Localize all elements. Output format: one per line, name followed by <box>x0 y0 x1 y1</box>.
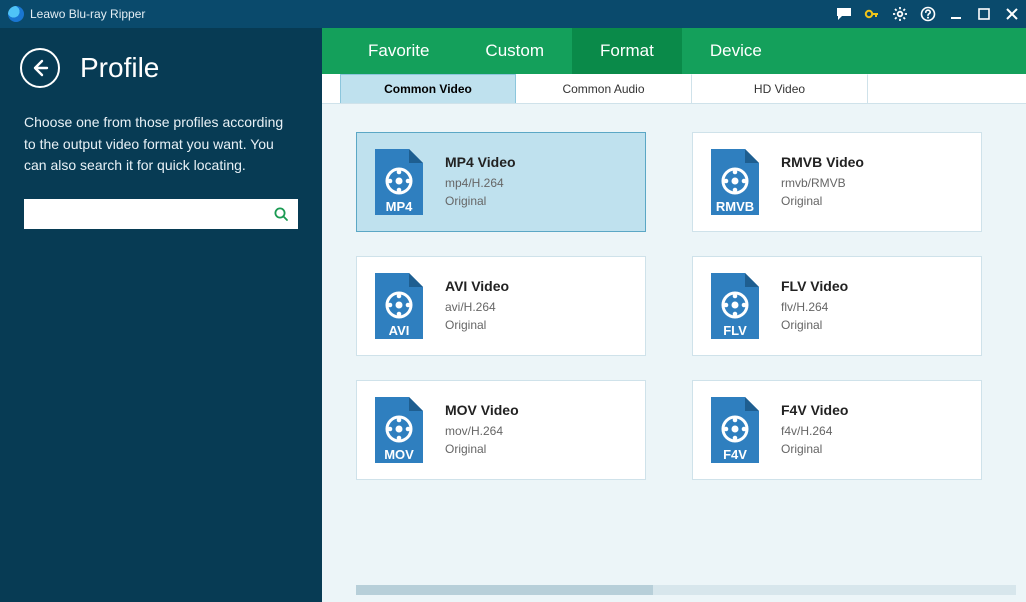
format-card-mov[interactable]: MOV MOV Video mov/H.264 Original <box>356 380 646 480</box>
format-quality: Original <box>445 440 519 458</box>
format-encoding: mov/H.264 <box>445 422 519 440</box>
key-icon[interactable] <box>858 0 886 28</box>
svg-text:MOV: MOV <box>384 447 414 462</box>
format-card-mp4[interactable]: MP4 MP4 Video mp4/H.264 Original <box>356 132 646 232</box>
back-button[interactable] <box>20 48 60 88</box>
format-encoding: mp4/H.264 <box>445 174 516 192</box>
format-encoding: rmvb/RMVB <box>781 174 864 192</box>
svg-text:F4V: F4V <box>723 447 747 462</box>
format-quality: Original <box>781 440 848 458</box>
svg-text:RMVB: RMVB <box>716 199 754 214</box>
file-type-icon: MOV <box>371 395 427 465</box>
format-name: F4V Video <box>781 402 848 418</box>
subtab-common-video[interactable]: Common Video <box>340 74 516 103</box>
app-logo-icon <box>8 6 24 22</box>
format-card-avi[interactable]: AVI AVI Video avi/H.264 Original <box>356 256 646 356</box>
format-card-flv[interactable]: FLV FLV Video flv/H.264 Original <box>692 256 982 356</box>
category-tabs: Favorite Custom Format Device <box>322 28 1026 74</box>
format-encoding: f4v/H.264 <box>781 422 848 440</box>
page-title: Profile <box>80 52 159 84</box>
subtab-hd-video[interactable]: HD Video <box>692 74 868 103</box>
format-quality: Original <box>781 192 864 210</box>
file-type-icon: MP4 <box>371 147 427 217</box>
titlebar: Leawo Blu-ray Ripper <box>0 0 1026 28</box>
close-button[interactable] <box>998 0 1026 28</box>
format-name: MOV Video <box>445 402 519 418</box>
minimize-button[interactable] <box>942 0 970 28</box>
format-quality: Original <box>781 316 848 334</box>
svg-text:AVI: AVI <box>389 323 410 338</box>
tab-custom[interactable]: Custom <box>457 28 572 74</box>
format-encoding: flv/H.264 <box>781 298 848 316</box>
settings-gear-icon[interactable] <box>886 0 914 28</box>
sub-tabs: Common Video Common Audio HD Video <box>322 74 1026 104</box>
format-card-f4v[interactable]: F4V F4V Video f4v/H.264 Original <box>692 380 982 480</box>
tab-favorite[interactable]: Favorite <box>340 28 457 74</box>
maximize-button[interactable] <box>970 0 998 28</box>
horizontal-scrollbar[interactable] <box>322 584 1026 602</box>
search-input[interactable] <box>24 199 264 229</box>
help-icon[interactable] <box>914 0 942 28</box>
sidebar-description: Choose one from those profiles according… <box>24 112 298 177</box>
feedback-icon[interactable] <box>830 0 858 28</box>
file-type-icon: AVI <box>371 271 427 341</box>
search-box <box>24 199 298 229</box>
app-title: Leawo Blu-ray Ripper <box>30 7 145 21</box>
sidebar: Profile Choose one from those profiles a… <box>0 28 322 602</box>
format-name: RMVB Video <box>781 154 864 170</box>
format-name: FLV Video <box>781 278 848 294</box>
file-type-icon: F4V <box>707 395 763 465</box>
tab-format[interactable]: Format <box>572 28 682 74</box>
svg-text:MP4: MP4 <box>386 199 414 214</box>
subtab-common-audio[interactable]: Common Audio <box>516 74 692 103</box>
main-panel: Favorite Custom Format Device Common Vid… <box>322 28 1026 602</box>
tab-device[interactable]: Device <box>682 28 790 74</box>
file-type-icon: RMVB <box>707 147 763 217</box>
search-button[interactable] <box>264 199 298 229</box>
format-quality: Original <box>445 316 509 334</box>
file-type-icon: FLV <box>707 271 763 341</box>
format-card-rmvb[interactable]: RMVB RMVB Video rmvb/RMVB Original <box>692 132 982 232</box>
format-name: MP4 Video <box>445 154 516 170</box>
svg-text:FLV: FLV <box>723 323 747 338</box>
format-quality: Original <box>445 192 516 210</box>
format-name: AVI Video <box>445 278 509 294</box>
format-encoding: avi/H.264 <box>445 298 509 316</box>
